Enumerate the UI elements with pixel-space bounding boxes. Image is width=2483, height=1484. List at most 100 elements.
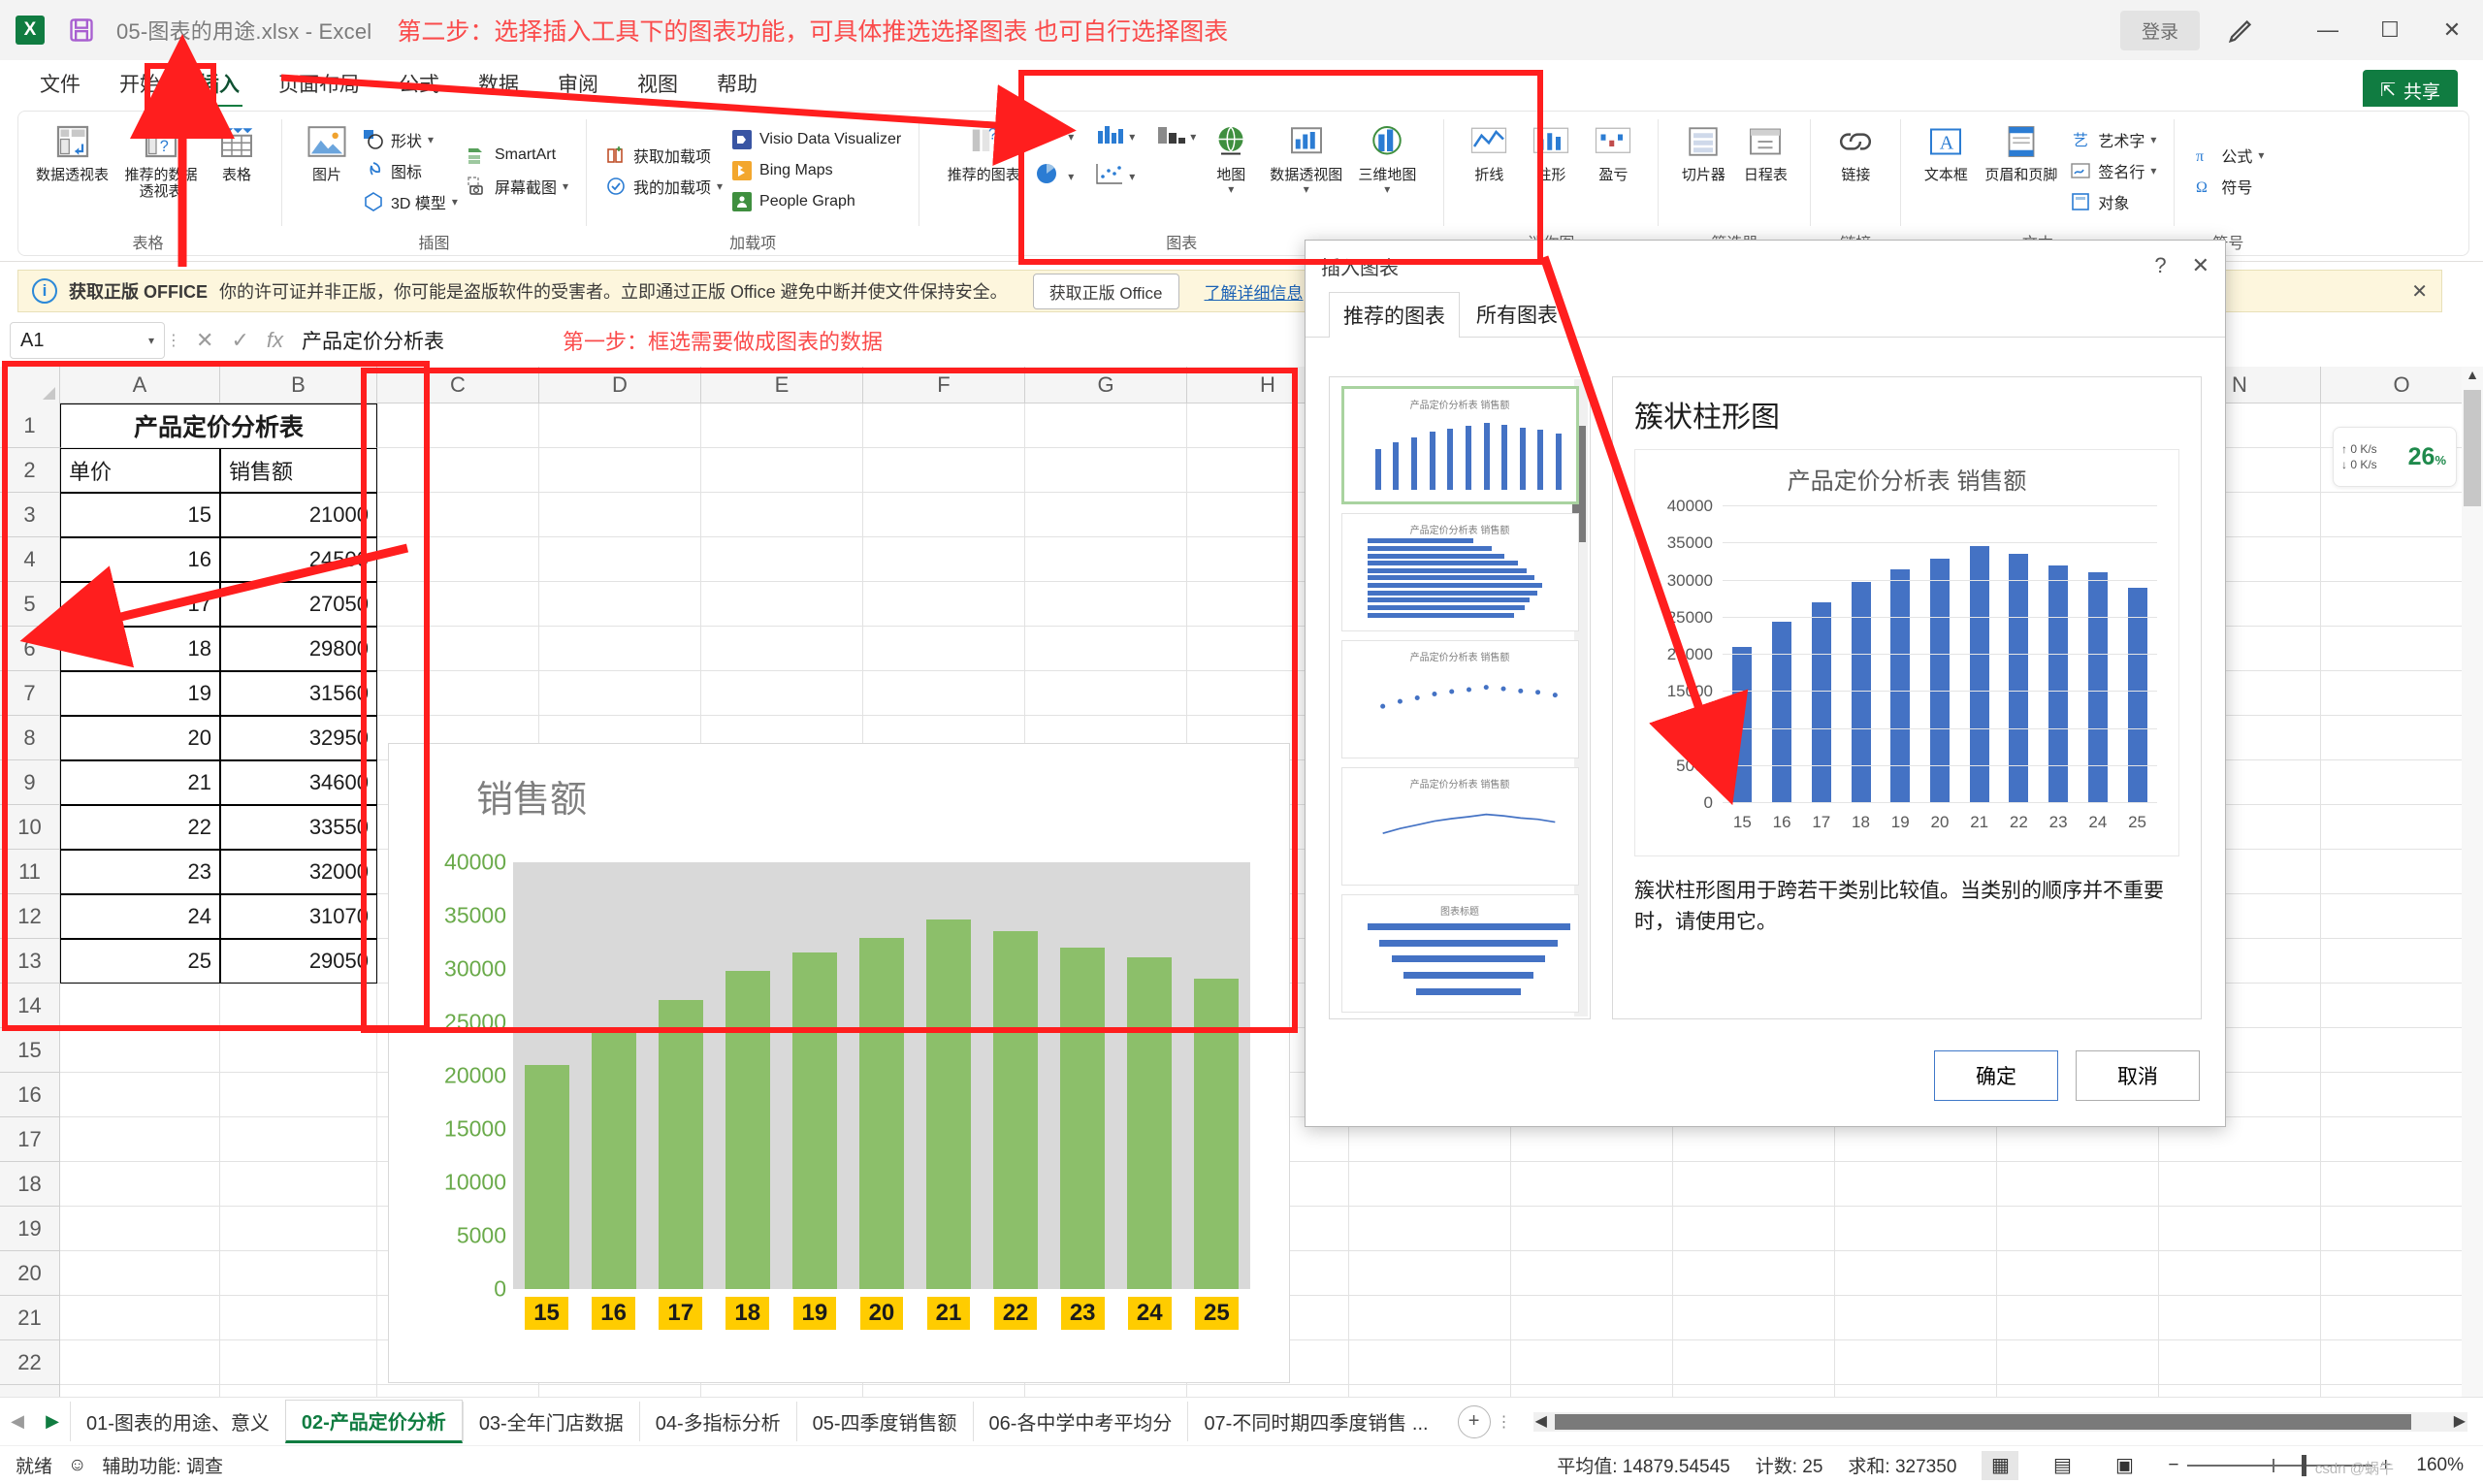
cell-B23[interactable] (220, 1385, 377, 1397)
cell-E3[interactable] (701, 493, 863, 537)
cell-O5[interactable] (2321, 582, 2483, 627)
scatter-chart-button[interactable]: ▾ (1089, 157, 1139, 195)
column-header-G[interactable]: G (1025, 367, 1187, 403)
pen-icon[interactable] (2225, 14, 2258, 47)
cell-D4[interactable] (539, 537, 701, 582)
sheet-tab-04[interactable]: 04-多指标分析 (638, 1402, 796, 1441)
column-header-F[interactable]: F (863, 367, 1025, 403)
cell-A11[interactable]: 23 (60, 850, 220, 894)
close-button[interactable]: ✕ (2421, 0, 2483, 60)
save-icon[interactable] (68, 16, 95, 44)
cell-E1[interactable] (701, 403, 863, 448)
map-button[interactable]: 地图 ▾ (1200, 117, 1262, 199)
zoom-handle[interactable] (2302, 1454, 2307, 1476)
cell-O21[interactable] (2321, 1296, 2483, 1340)
cell-A17[interactable] (60, 1117, 220, 1162)
cell-E7[interactable] (701, 671, 863, 716)
prev-sheet-icon[interactable]: ◀ (0, 1411, 35, 1432)
learn-more-link[interactable]: 了解详细信息 (1205, 279, 1304, 304)
cell-E2[interactable] (701, 448, 863, 493)
cell-N20[interactable] (2159, 1251, 2321, 1296)
cell-I18[interactable] (1349, 1162, 1511, 1207)
cell-A20[interactable] (60, 1251, 220, 1296)
cell-B5[interactable]: 27050 (220, 582, 377, 627)
cell-B3[interactable]: 21000 (220, 493, 377, 537)
row-header-1[interactable]: 1 (0, 403, 59, 448)
object-button[interactable]: 对象 (2065, 186, 2160, 217)
sheet-tab-07[interactable]: 07-不同时期四季度销售 ... (1187, 1402, 1443, 1441)
cell-B10[interactable]: 33550 (220, 805, 377, 850)
cell-K20[interactable] (1673, 1251, 1835, 1296)
cell-J20[interactable] (1511, 1251, 1673, 1296)
cell-C2[interactable] (377, 448, 539, 493)
scroll-up-icon[interactable]: ▲ (2462, 367, 2483, 388)
cell-O14[interactable] (2321, 984, 2483, 1028)
normal-view-icon[interactable]: ▦ (1982, 1450, 2019, 1480)
header-footer-button[interactable]: 页眉和页脚 (1977, 117, 2065, 185)
cell-O15[interactable] (2321, 1028, 2483, 1073)
pivot-chart-button[interactable]: 数据透视图 ▾ (1262, 117, 1350, 199)
sparkline-column-button[interactable]: 柱形 (1520, 117, 1582, 185)
more-dots-icon[interactable]: ⋮ (1491, 1412, 1518, 1432)
select-all-corner[interactable] (0, 367, 60, 403)
scroll-right-icon[interactable]: ▶ (2454, 1411, 2466, 1431)
sheet-tab-01[interactable]: 01-图表的用途、意义 (70, 1402, 285, 1441)
scroll-left-icon[interactable]: ◀ (1535, 1411, 1547, 1431)
cell-A13[interactable]: 25 (60, 939, 220, 984)
bing-maps-button[interactable]: Bing Maps (726, 155, 905, 186)
tab-page-layout[interactable]: 页面布局 (262, 63, 376, 104)
cell-B15[interactable] (220, 1028, 377, 1073)
cell-B9[interactable]: 34600 (220, 760, 377, 805)
cell-K18[interactable] (1673, 1162, 1835, 1207)
cell-B18[interactable] (220, 1162, 377, 1207)
cell-N18[interactable] (2159, 1162, 2321, 1207)
cell-B20[interactable] (220, 1251, 377, 1296)
cell-A1[interactable]: 产品定价分析表 (60, 403, 377, 448)
my-addins-button[interactable]: 我的加载项 ▾ (600, 171, 726, 202)
row-header-21[interactable]: 21 (0, 1296, 59, 1340)
tab-home[interactable]: 开始 (103, 63, 177, 104)
cell-B8[interactable]: 32950 (220, 716, 377, 760)
row-header-17[interactable]: 17 (0, 1117, 59, 1162)
cell-C7[interactable] (377, 671, 539, 716)
cell-O4[interactable] (2321, 537, 2483, 582)
visio-data-visualizer-button[interactable]: Visio Data Visualizer (726, 124, 905, 155)
cell-A22[interactable] (60, 1340, 220, 1385)
cell-O9[interactable] (2321, 760, 2483, 805)
cell-O12[interactable] (2321, 894, 2483, 939)
cell-C3[interactable] (377, 493, 539, 537)
link-button[interactable]: 链接 (1824, 117, 1886, 185)
cell-A14[interactable] (60, 984, 220, 1028)
cell-A6[interactable]: 18 (60, 627, 220, 671)
cell-O18[interactable] (2321, 1162, 2483, 1207)
cell-O6[interactable] (2321, 627, 2483, 671)
cell-I20[interactable] (1349, 1251, 1511, 1296)
row-header-16[interactable]: 16 (0, 1073, 59, 1117)
ok-button[interactable]: 确定 (1934, 1050, 2058, 1101)
tab-file[interactable]: 文件 (23, 63, 97, 104)
cell-F5[interactable] (863, 582, 1025, 627)
cell-A5[interactable]: 17 (60, 582, 220, 627)
cell-M18[interactable] (1997, 1162, 2159, 1207)
row-header-19[interactable]: 19 (0, 1207, 59, 1251)
row-header-8[interactable]: 8 (0, 716, 59, 760)
cell-G2[interactable] (1025, 448, 1187, 493)
get-addins-button[interactable]: 获取加载项 (600, 140, 726, 171)
row-header-13[interactable]: 13 (0, 939, 59, 984)
row-header-23[interactable]: 23 (0, 1385, 59, 1398)
chart-thumbnail[interactable]: 产品定价分析表 销售额 (1340, 640, 1579, 758)
cell-G6[interactable] (1025, 627, 1187, 671)
cell-O20[interactable] (2321, 1251, 2483, 1296)
cell-B19[interactable] (220, 1207, 377, 1251)
column-header-C[interactable]: C (377, 367, 539, 403)
cell-C6[interactable] (377, 627, 539, 671)
slicer-button[interactable]: 切片器 (1672, 117, 1734, 185)
sparkline-line-button[interactable]: 折线 (1458, 117, 1520, 185)
cell-C4[interactable] (377, 537, 539, 582)
cell-B21[interactable] (220, 1296, 377, 1340)
row-header-15[interactable]: 15 (0, 1028, 59, 1073)
cell-G5[interactable] (1025, 582, 1187, 627)
column-chart-button[interactable]: ▾ (1089, 117, 1139, 155)
zoom-out-button[interactable]: − (2168, 1455, 2178, 1476)
cell-K21[interactable] (1673, 1296, 1835, 1340)
